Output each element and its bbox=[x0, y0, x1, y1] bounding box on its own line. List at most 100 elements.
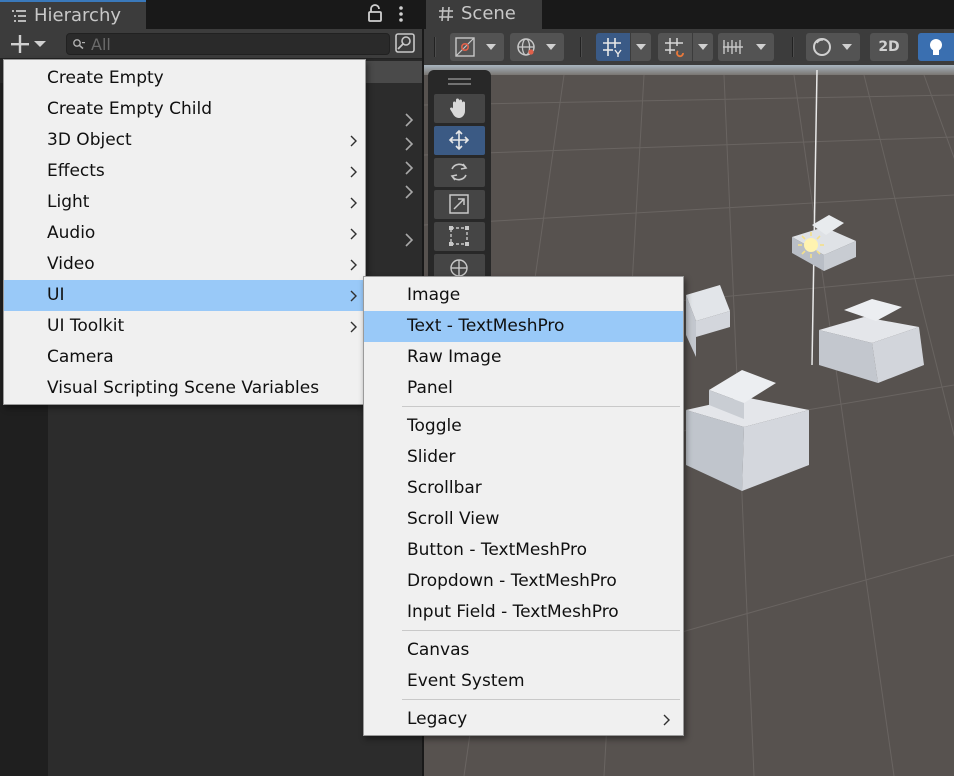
tab-scene-label: Scene bbox=[461, 3, 516, 24]
menu-item-label: Scroll View bbox=[407, 509, 500, 529]
tab-scene[interactable]: Scene bbox=[426, 0, 542, 29]
chevron-right-icon bbox=[350, 259, 357, 271]
lighting-toggle-button[interactable] bbox=[918, 33, 954, 61]
menu-item-label: Visual Scripting Scene Variables bbox=[47, 378, 320, 398]
toolbar-separator bbox=[580, 37, 582, 57]
draw-mode-dropdown[interactable] bbox=[450, 33, 504, 61]
rect-transform-icon bbox=[449, 226, 469, 246]
menu-item-3d-object[interactable]: 3D Object bbox=[4, 125, 365, 156]
menu-item-input-field-textmeshpro[interactable]: Input Field - TextMeshPro bbox=[364, 597, 683, 628]
scale-tool-button[interactable] bbox=[434, 190, 485, 219]
chevron-down-icon bbox=[636, 44, 646, 50]
tab-hierarchy[interactable]: Hierarchy bbox=[0, 0, 146, 29]
menu-item-label: Camera bbox=[47, 347, 114, 367]
add-dropdown-button[interactable] bbox=[6, 32, 50, 56]
chevron-right-icon[interactable] bbox=[402, 136, 416, 152]
menu-item-label: UI Toolkit bbox=[47, 316, 125, 336]
kebab-menu-icon[interactable] bbox=[393, 4, 409, 24]
menu-item-light[interactable]: Light bbox=[4, 187, 365, 218]
menu-item-scroll-view[interactable]: Scroll View bbox=[364, 504, 683, 535]
menu-item-event-system[interactable]: Event System bbox=[364, 666, 683, 697]
scene-toolbar: 2D bbox=[424, 29, 954, 65]
chevron-down-icon bbox=[698, 44, 708, 50]
rotate-icon bbox=[450, 163, 468, 181]
menu-item-audio[interactable]: Audio bbox=[4, 218, 365, 249]
ruler-icon bbox=[723, 40, 766, 54]
menu-item-effects[interactable]: Effects bbox=[4, 156, 365, 187]
grid-snap-icon bbox=[603, 38, 622, 57]
shading-mode-dropdown[interactable] bbox=[806, 33, 860, 61]
snap-icon bbox=[665, 38, 684, 58]
chevron-right-icon[interactable] bbox=[402, 232, 416, 248]
menu-separator bbox=[402, 630, 680, 631]
grid-snap-toggle[interactable] bbox=[596, 33, 630, 61]
draw-mode-icon bbox=[455, 37, 496, 57]
globe-icon bbox=[517, 38, 556, 56]
menu-item-panel[interactable]: Panel bbox=[364, 373, 683, 404]
menu-item-label: Create Empty Child bbox=[47, 99, 212, 119]
hash-icon bbox=[439, 6, 453, 22]
sphere-icon bbox=[813, 38, 852, 56]
hierarchy-toolbar bbox=[0, 29, 422, 59]
hand-icon bbox=[450, 98, 465, 118]
search-in-scene-icon[interactable] bbox=[394, 32, 416, 54]
global-view-dropdown[interactable] bbox=[510, 33, 564, 61]
menu-item-video[interactable]: Video bbox=[4, 249, 365, 280]
menu-item-label: Legacy bbox=[407, 709, 468, 729]
menu-item-label: Light bbox=[47, 192, 90, 212]
list-icon bbox=[12, 10, 26, 22]
move-icon bbox=[448, 129, 470, 151]
rotate-tool-button[interactable] bbox=[434, 158, 485, 187]
menu-item-label: Text - TextMeshPro bbox=[407, 316, 565, 336]
rect-tool-button[interactable] bbox=[434, 222, 485, 251]
hand-tool-button[interactable] bbox=[434, 94, 485, 123]
grid-snap-dropdown[interactable] bbox=[631, 33, 651, 61]
menu-item-label: Image bbox=[407, 285, 461, 305]
menu-item-label: Video bbox=[47, 254, 95, 274]
menu-item-label: Panel bbox=[407, 378, 453, 398]
increment-snap-dropdown[interactable] bbox=[693, 33, 713, 61]
menu-item-raw-image[interactable]: Raw Image bbox=[364, 342, 683, 373]
menu-item-button-textmeshpro[interactable]: Button - TextMeshPro bbox=[364, 535, 683, 566]
menu-item-scrollbar[interactable]: Scrollbar bbox=[364, 473, 683, 504]
hierarchy-search-field[interactable] bbox=[66, 33, 390, 55]
menu-item-label: Raw Image bbox=[407, 347, 502, 367]
chevron-right-icon bbox=[350, 135, 357, 147]
menu-item-label: Effects bbox=[47, 161, 105, 181]
menu-item-dropdown-textmeshpro[interactable]: Dropdown - TextMeshPro bbox=[364, 566, 683, 597]
ruler-dropdown[interactable] bbox=[718, 33, 774, 61]
menu-item-toggle[interactable]: Toggle bbox=[364, 411, 683, 442]
menu-item-ui-toolkit[interactable]: UI Toolkit bbox=[4, 311, 365, 342]
move-tool-button[interactable] bbox=[434, 126, 485, 155]
menu-item-canvas[interactable]: Canvas bbox=[364, 635, 683, 666]
menu-item-camera[interactable]: Camera bbox=[4, 342, 365, 373]
menu-item-label: Scrollbar bbox=[407, 478, 482, 498]
chevron-right-icon[interactable] bbox=[402, 184, 416, 200]
menu-item-image[interactable]: Image bbox=[364, 280, 683, 311]
menu-item-label: Canvas bbox=[407, 640, 470, 660]
lock-icon[interactable] bbox=[367, 4, 383, 22]
menu-item-label: Button - TextMeshPro bbox=[407, 540, 587, 560]
drag-handle-icon[interactable] bbox=[428, 72, 491, 92]
menu-item-label: 3D Object bbox=[47, 130, 132, 150]
increment-snap-toggle[interactable] bbox=[658, 33, 692, 61]
transform-tool-button[interactable] bbox=[434, 254, 485, 278]
2d-toggle-button[interactable]: 2D bbox=[870, 33, 908, 61]
search-icon bbox=[73, 39, 85, 50]
menu-item-create-empty-child[interactable]: Create Empty Child bbox=[4, 94, 365, 125]
menu-item-slider[interactable]: Slider bbox=[364, 442, 683, 473]
menu-item-text-textmeshpro[interactable]: Text - TextMeshPro bbox=[364, 311, 683, 342]
chevron-right-icon[interactable] bbox=[402, 160, 416, 176]
chevron-right-icon bbox=[350, 290, 357, 302]
menu-separator bbox=[402, 406, 680, 407]
search-input[interactable] bbox=[91, 35, 381, 53]
menu-item-ui[interactable]: UI bbox=[4, 280, 365, 311]
menu-item-legacy[interactable]: Legacy bbox=[364, 704, 683, 735]
menu-item-visual-scripting-scene-variables[interactable]: Visual Scripting Scene Variables bbox=[4, 373, 365, 404]
chevron-right-icon bbox=[350, 197, 357, 209]
chevron-right-icon[interactable] bbox=[402, 112, 416, 128]
menu-item-label: Create Empty bbox=[47, 68, 164, 88]
menu-item-create-empty[interactable]: Create Empty bbox=[4, 63, 365, 94]
chevron-right-icon bbox=[663, 714, 670, 726]
chevron-right-icon bbox=[350, 321, 357, 333]
